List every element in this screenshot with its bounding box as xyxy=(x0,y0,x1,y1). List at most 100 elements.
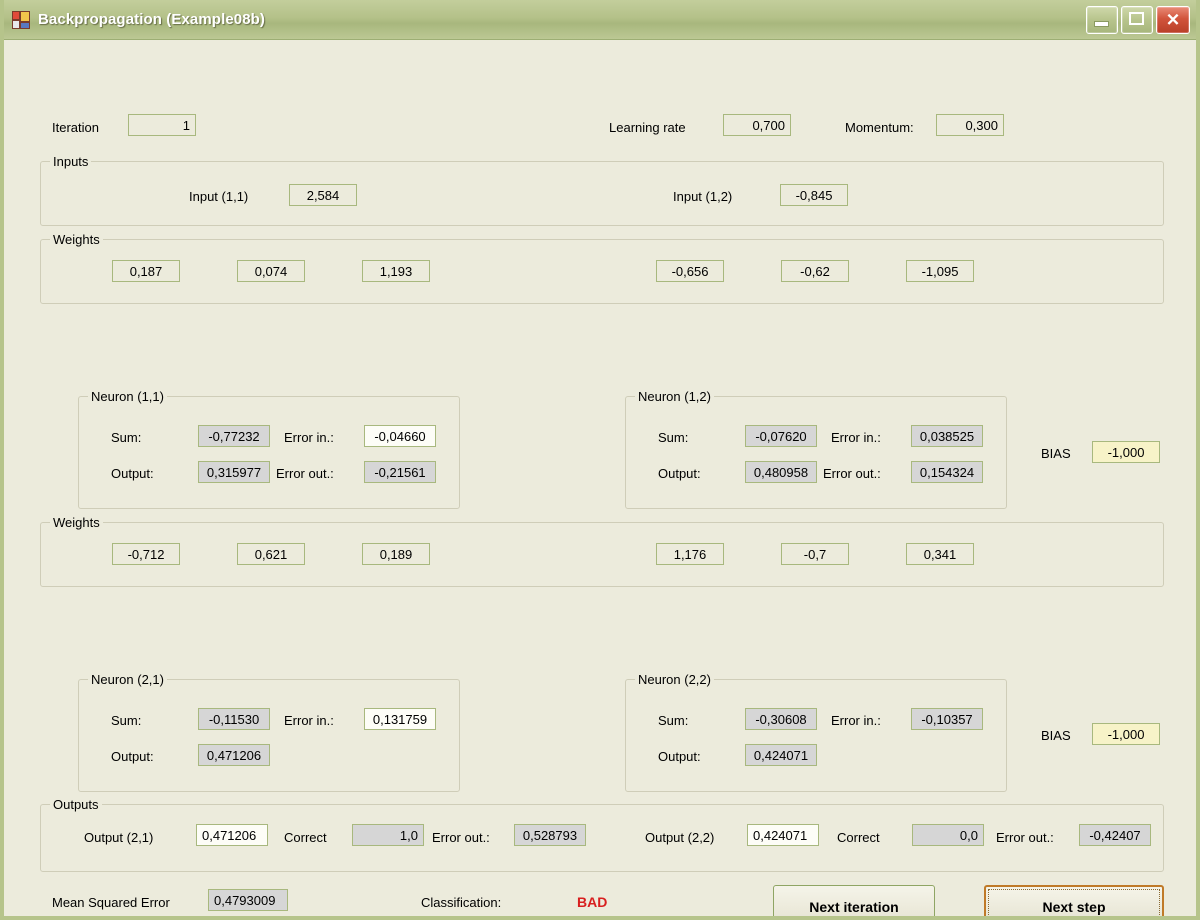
learning-rate-label: Learning rate xyxy=(609,120,686,135)
close-button[interactable]: ✕ xyxy=(1156,5,1190,34)
weights-group-2: Weights -0,712 0,621 0,189 1,176 -0,7 0,… xyxy=(40,515,1164,587)
next-iteration-button[interactable]: Next iteration xyxy=(773,885,935,916)
neuron-2-1-error-in-field[interactable]: 0,131759 xyxy=(364,708,436,730)
next-iteration-button-label: Next iteration xyxy=(809,899,899,915)
maximize-button[interactable] xyxy=(1121,5,1153,34)
neuron-1-2-sum-label: Sum: xyxy=(658,430,689,445)
neuron-2-1-group: Neuron (2,1) Sum: -0,11530 Error in.: 0,… xyxy=(78,672,460,792)
bias-2-label: BIAS xyxy=(1041,728,1071,743)
neuron-1-2-error-out-field: 0,154324 xyxy=(911,461,983,483)
output-2-1-field[interactable]: 0,471206 xyxy=(196,824,268,846)
bias-1-label: BIAS xyxy=(1041,446,1071,461)
neuron-1-2-group: Neuron (1,2) Sum: -0,07620 Error in.: 0,… xyxy=(625,389,1007,509)
weight-4-field[interactable]: -0,656 xyxy=(656,260,724,282)
outputs-group-title: Outputs xyxy=(50,797,102,812)
weight-12-field[interactable]: 0,341 xyxy=(906,543,974,565)
error-out-2-2-field: -0,42407 xyxy=(1079,824,1151,846)
weight-5-field[interactable]: -0,62 xyxy=(781,260,849,282)
neuron-1-1-output-field: 0,315977 xyxy=(198,461,270,483)
neuron-2-2-error-in-field: -0,10357 xyxy=(911,708,983,730)
momentum-field[interactable]: 0,300 xyxy=(936,114,1004,136)
correct-2-1-label: Correct xyxy=(284,830,327,845)
correct-2-2-field: 0,0 xyxy=(912,824,984,846)
weights-group-1: Weights 0,187 0,074 1,193 -0,656 -0,62 -… xyxy=(40,232,1164,304)
neuron-1-1-output-label: Output: xyxy=(111,466,154,481)
input-1-2-field[interactable]: -0,845 xyxy=(780,184,848,206)
error-out-2-1-field: 0,528793 xyxy=(514,824,586,846)
app-icon xyxy=(12,10,30,29)
inputs-group: Inputs Input (1,1) 2,584 Input (1,2) -0,… xyxy=(40,154,1164,226)
outputs-group: Outputs Output (2,1) 0,471206 Correct 1,… xyxy=(40,797,1164,872)
weight-7-field[interactable]: -0,712 xyxy=(112,543,180,565)
neuron-1-2-error-in-label: Error in.: xyxy=(831,430,881,445)
neuron-1-1-title: Neuron (1,1) xyxy=(88,389,167,404)
bias-2-field[interactable]: -1,000 xyxy=(1092,723,1160,745)
input-1-1-field[interactable]: 2,584 xyxy=(289,184,357,206)
neuron-1-2-title: Neuron (1,2) xyxy=(635,389,714,404)
neuron-2-1-sum-field: -0,11530 xyxy=(198,708,270,730)
error-out-2-1-label: Error out.: xyxy=(432,830,490,845)
window-title: Backpropagation (Example08b) xyxy=(38,11,266,28)
neuron-2-2-sum-label: Sum: xyxy=(658,713,689,728)
neuron-2-1-output-label: Output: xyxy=(111,749,154,764)
input-1-2-label: Input (1,2) xyxy=(673,189,733,204)
neuron-1-2-output-label: Output: xyxy=(658,466,701,481)
neuron-1-2-output-field: 0,480958 xyxy=(745,461,817,483)
neuron-2-2-error-in-label: Error in.: xyxy=(831,713,881,728)
neuron-2-2-output-field: 0,424071 xyxy=(745,744,817,766)
neuron-1-1-error-in-field[interactable]: -0,04660 xyxy=(364,425,436,447)
neuron-2-2-title: Neuron (2,2) xyxy=(635,672,714,687)
neuron-1-1-error-out-field: -0,21561 xyxy=(364,461,436,483)
weight-1-field[interactable]: 0,187 xyxy=(112,260,180,282)
neuron-1-1-sum-label: Sum: xyxy=(111,430,142,445)
weight-6-field[interactable]: -1,095 xyxy=(906,260,974,282)
inputs-group-title: Inputs xyxy=(50,154,92,169)
neuron-2-2-output-label: Output: xyxy=(658,749,701,764)
title-bar[interactable]: Backpropagation (Example08b) ✕ xyxy=(4,0,1196,40)
application-window: Backpropagation (Example08b) ✕ Iteration… xyxy=(0,0,1200,920)
output-2-2-label: Output (2,2) xyxy=(645,830,715,845)
weight-3-field[interactable]: 1,193 xyxy=(362,260,430,282)
mse-label: Mean Squared Error xyxy=(52,895,170,910)
error-out-2-2-label: Error out.: xyxy=(996,830,1054,845)
weight-9-field[interactable]: 0,189 xyxy=(362,543,430,565)
iteration-label: Iteration xyxy=(52,120,99,135)
weights-group-1-title: Weights xyxy=(50,232,103,247)
maximize-icon xyxy=(1129,11,1144,25)
form-client-area: Iteration 1 Learning rate 0,700 Momentum… xyxy=(4,40,1196,916)
minimize-icon xyxy=(1094,20,1109,27)
classification-status-badge: BAD xyxy=(577,894,608,910)
close-icon: ✕ xyxy=(1165,10,1181,29)
neuron-1-2-error-out-label: Error out.: xyxy=(823,466,881,481)
input-1-1-label: Input (1,1) xyxy=(189,189,249,204)
neuron-1-1-error-out-label: Error out.: xyxy=(276,466,334,481)
output-2-1-label: Output (2,1) xyxy=(84,830,154,845)
minimize-button[interactable] xyxy=(1086,5,1118,34)
weight-8-field[interactable]: 0,621 xyxy=(237,543,305,565)
next-step-button[interactable]: Next step xyxy=(984,885,1164,916)
correct-2-1-field: 1,0 xyxy=(352,824,424,846)
bias-1-field[interactable]: -1,000 xyxy=(1092,441,1160,463)
neuron-2-1-title: Neuron (2,1) xyxy=(88,672,167,687)
neuron-1-2-sum-field: -0,07620 xyxy=(745,425,817,447)
mse-field: 0,4793009 xyxy=(208,889,288,911)
neuron-2-2-group: Neuron (2,2) Sum: -0,30608 Error in.: -0… xyxy=(625,672,1007,792)
neuron-1-2-error-in-field: 0,038525 xyxy=(911,425,983,447)
neuron-2-1-error-in-label: Error in.: xyxy=(284,713,334,728)
learning-rate-field[interactable]: 0,700 xyxy=(723,114,791,136)
momentum-label: Momentum: xyxy=(845,120,914,135)
weight-2-field[interactable]: 0,074 xyxy=(237,260,305,282)
neuron-1-1-error-in-label: Error in.: xyxy=(284,430,334,445)
output-2-2-field[interactable]: 0,424071 xyxy=(747,824,819,846)
weights-group-2-title: Weights xyxy=(50,515,103,530)
neuron-2-1-sum-label: Sum: xyxy=(111,713,142,728)
iteration-field[interactable]: 1 xyxy=(128,114,196,136)
neuron-2-2-sum-field: -0,30608 xyxy=(745,708,817,730)
correct-2-2-label: Correct xyxy=(837,830,880,845)
neuron-1-1-sum-field: -0,77232 xyxy=(198,425,270,447)
neuron-2-1-output-field: 0,471206 xyxy=(198,744,270,766)
weight-11-field[interactable]: -0,7 xyxy=(781,543,849,565)
next-step-button-label: Next step xyxy=(1042,899,1106,915)
neuron-1-1-group: Neuron (1,1) Sum: -0,77232 Error in.: -0… xyxy=(78,389,460,509)
weight-10-field[interactable]: 1,176 xyxy=(656,543,724,565)
